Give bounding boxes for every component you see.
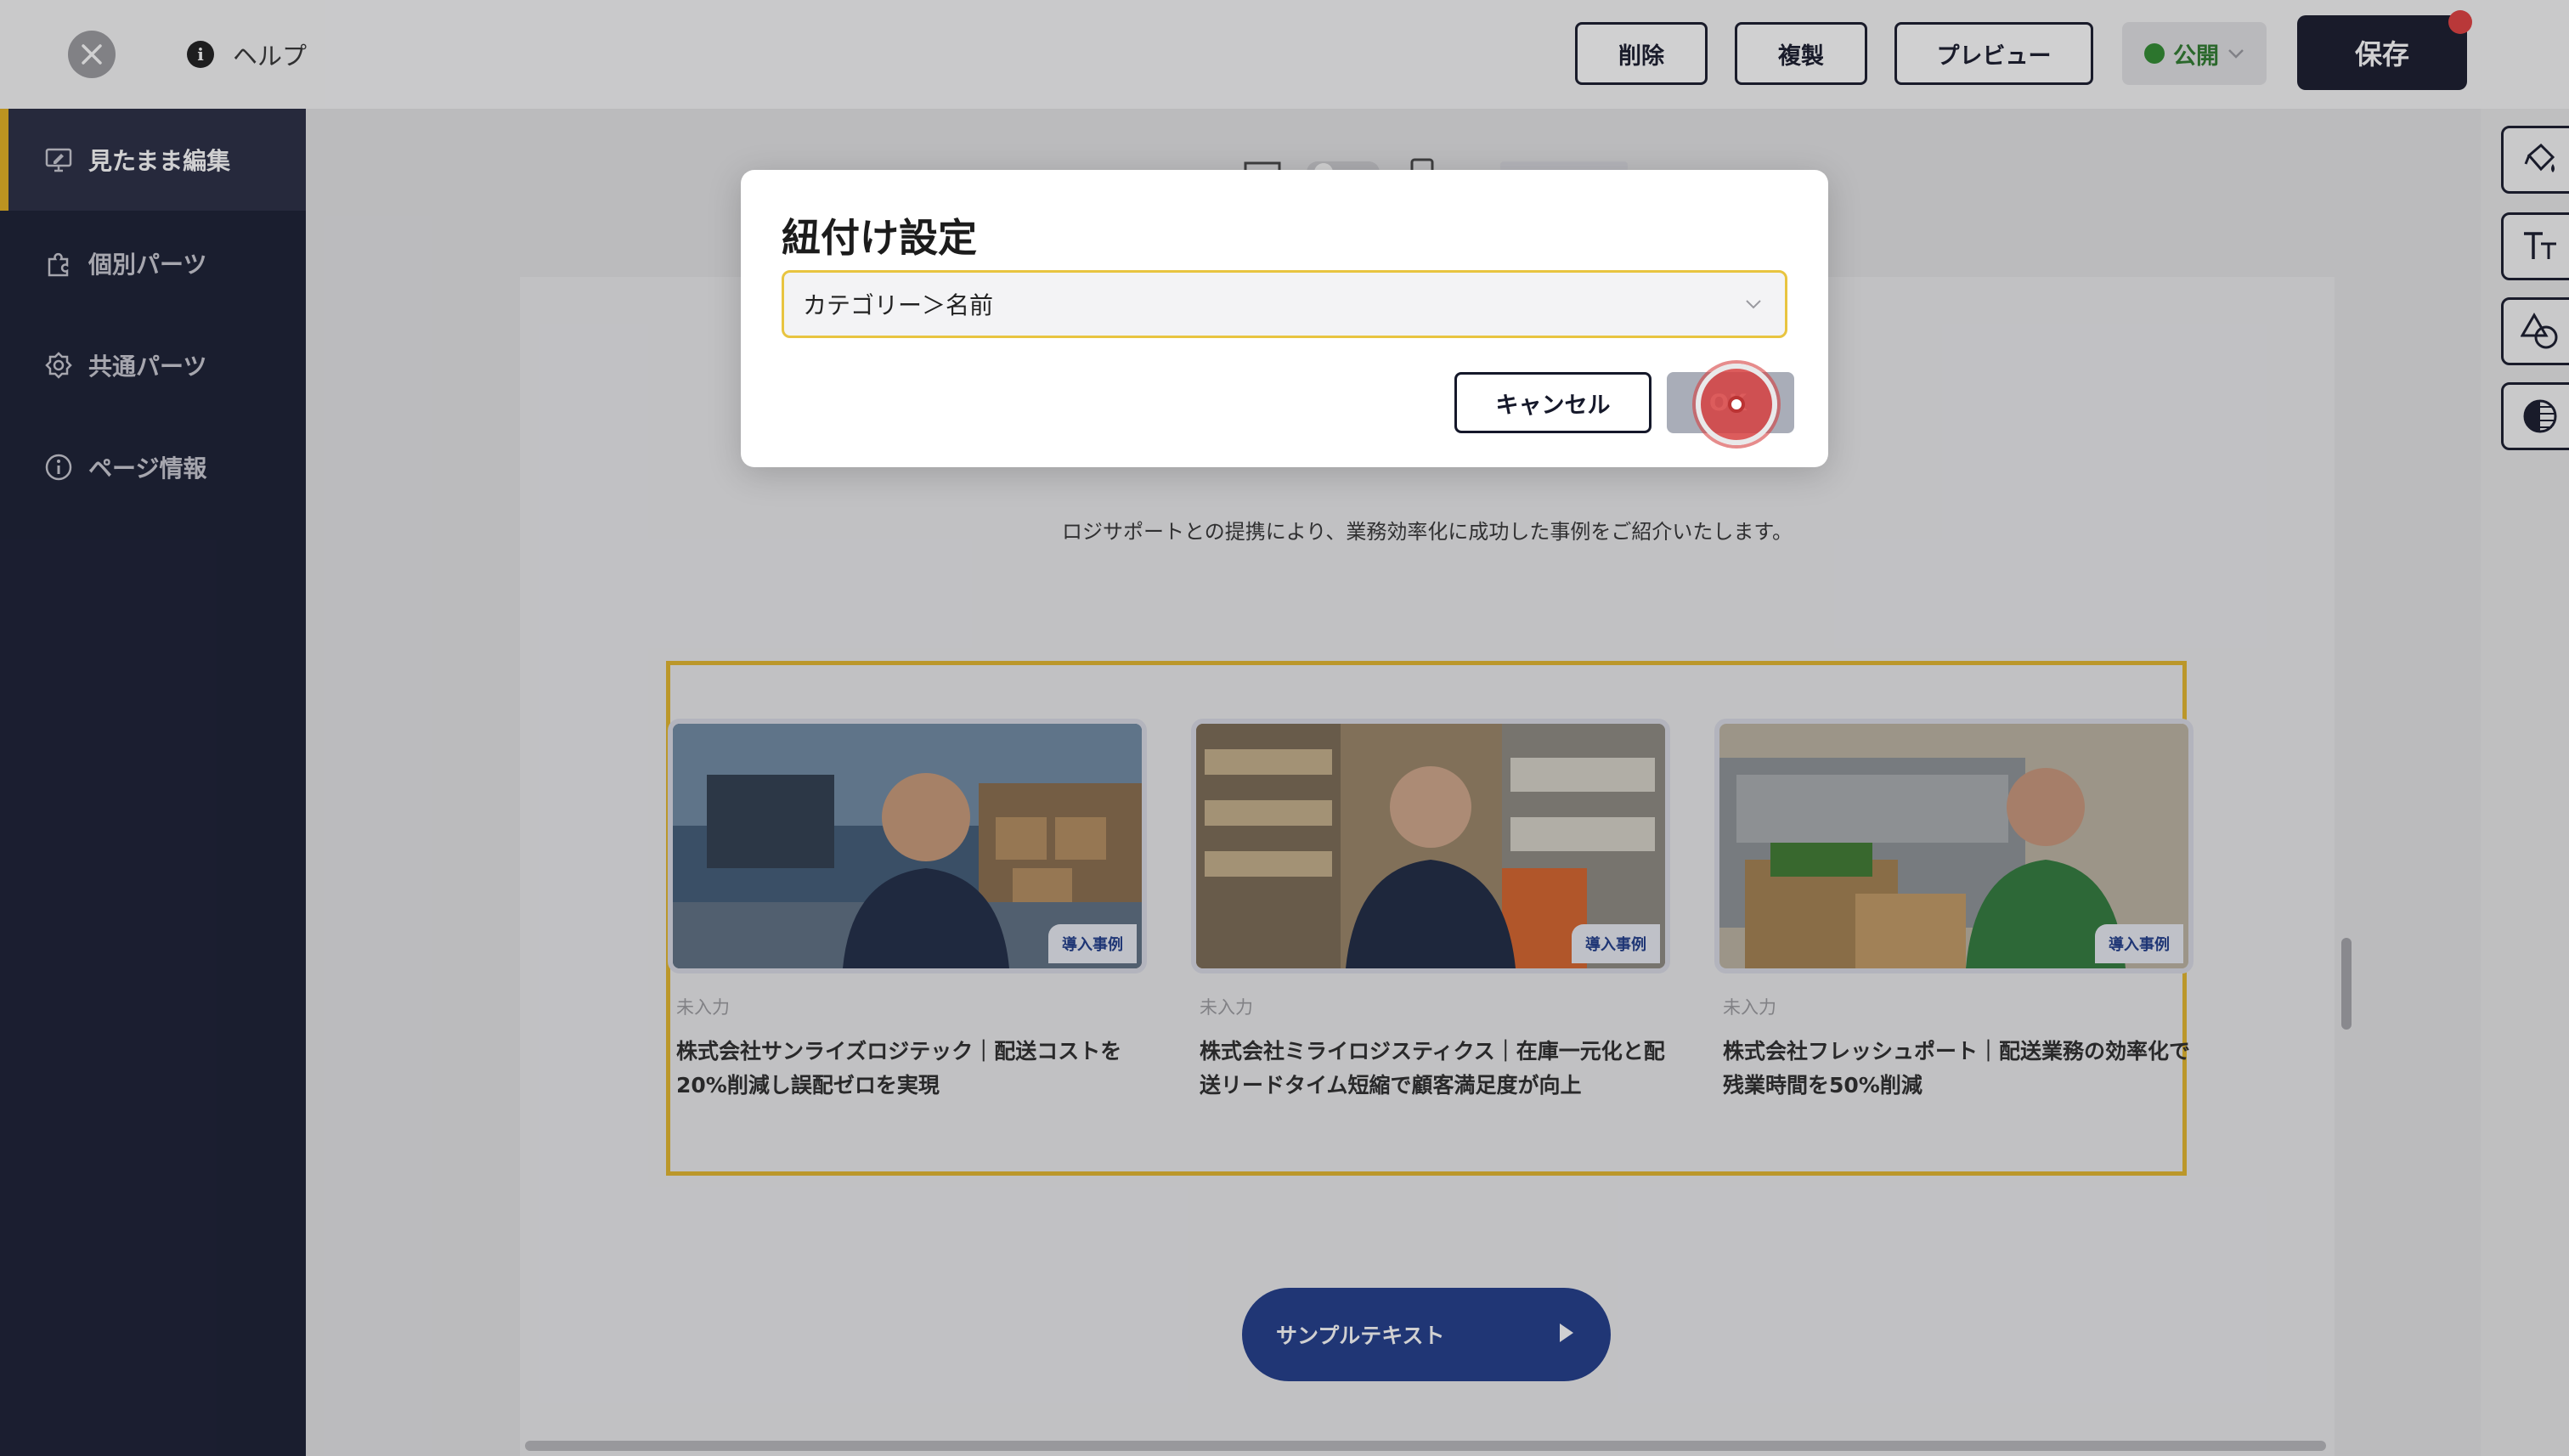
chevron-down-icon <box>1746 300 1761 309</box>
dialog-title: 紐付け設定 <box>782 215 977 261</box>
binding-field-select[interactable]: カテゴリー＞名前 <box>782 270 1787 338</box>
binding-settings-dialog: 紐付け設定 カテゴリー＞名前 キャンセル OK <box>741 170 1828 467</box>
cancel-button[interactable]: キャンセル <box>1454 372 1652 433</box>
select-value: カテゴリー＞名前 <box>803 291 994 319</box>
click-indicator <box>1696 364 1777 445</box>
